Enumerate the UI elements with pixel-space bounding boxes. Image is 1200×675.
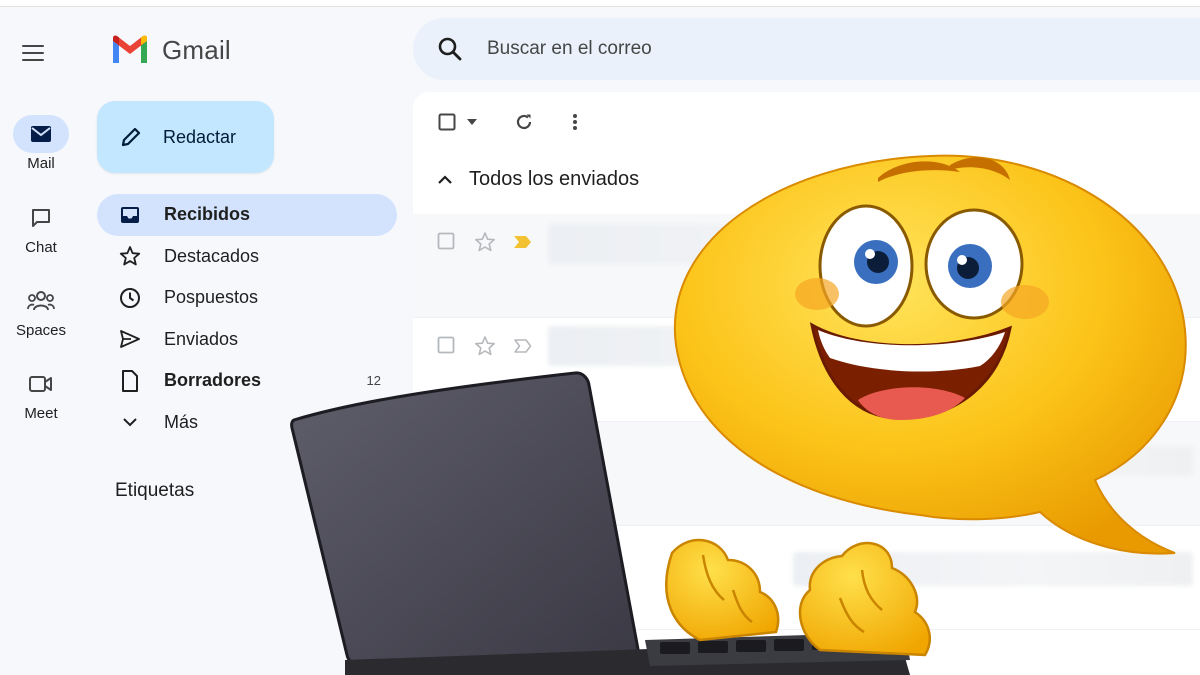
importance-marker-icon[interactable] bbox=[514, 339, 532, 353]
nav-label-borradores: Borradores bbox=[164, 370, 262, 391]
caret-down-icon[interactable] bbox=[465, 110, 479, 134]
star-icon bbox=[117, 244, 143, 268]
blurred-message-preview bbox=[793, 552, 1193, 586]
row-star-icon[interactable] bbox=[474, 231, 496, 253]
message-row[interactable] bbox=[413, 422, 1200, 526]
clock-icon bbox=[117, 286, 143, 310]
message-row[interactable] bbox=[413, 318, 1200, 422]
section-title: Todos los enviados bbox=[469, 168, 640, 190]
rail-label-chat: Chat bbox=[25, 239, 57, 256]
chevron-down-icon bbox=[117, 410, 143, 434]
app-rail: Mail Chat Spaces Meet bbox=[0, 7, 82, 675]
browser-top-edge bbox=[0, 0, 1200, 7]
importance-marker-icon[interactable] bbox=[514, 235, 532, 249]
chevron-up-icon bbox=[438, 174, 452, 184]
refresh-icon[interactable] bbox=[513, 110, 535, 134]
main-menu-icon[interactable] bbox=[22, 40, 54, 66]
rail-item-mail[interactable]: Mail bbox=[0, 115, 82, 172]
app-name: Gmail bbox=[162, 34, 231, 65]
nav-label-pospuestos: Pospuestos bbox=[164, 287, 259, 308]
labels-heading: Etiquetas bbox=[115, 480, 195, 501]
rail-item-spaces[interactable]: Spaces bbox=[0, 282, 82, 339]
nav-item-destacados[interactable]: Destacados bbox=[97, 236, 397, 278]
rail-item-meet[interactable]: Meet bbox=[0, 365, 82, 422]
draft-icon bbox=[117, 369, 143, 393]
spaces-icon bbox=[13, 282, 69, 320]
search-bar[interactable]: Buscar en el correo bbox=[413, 18, 1200, 80]
nav-item-pospuestos[interactable]: Pospuestos bbox=[97, 277, 397, 319]
mail-icon bbox=[13, 115, 69, 153]
rail-label-spaces: Spaces bbox=[15, 322, 67, 339]
row-checkbox-icon[interactable] bbox=[437, 232, 455, 250]
more-vert-icon[interactable] bbox=[567, 110, 583, 134]
nav-item-mas[interactable]: Más bbox=[97, 402, 397, 444]
folder-nav: Recibidos Destacados Pospuestos Enviados… bbox=[97, 194, 397, 443]
gmail-logo[interactable]: Gmail bbox=[110, 30, 231, 70]
chat-icon bbox=[13, 199, 69, 237]
nav-item-enviados[interactable]: Enviados bbox=[97, 319, 397, 361]
search-input[interactable]: Buscar en el correo bbox=[487, 38, 652, 60]
search-icon[interactable] bbox=[437, 36, 463, 62]
rail-label-meet: Meet bbox=[24, 405, 58, 422]
nav-item-borradores[interactable]: Borradores 12 bbox=[97, 360, 397, 402]
inbox-icon bbox=[117, 203, 143, 227]
nav-label-mas: Más bbox=[164, 411, 199, 432]
send-icon bbox=[117, 327, 143, 351]
pencil-icon bbox=[121, 127, 141, 147]
row-star-icon[interactable] bbox=[474, 335, 496, 357]
gmail-m-icon bbox=[113, 35, 147, 63]
rail-item-chat[interactable]: Chat bbox=[0, 199, 82, 256]
nav-label-enviados: Enviados bbox=[164, 328, 239, 349]
drafts-count: 12 bbox=[366, 373, 381, 389]
nav-label-destacados: Destacados bbox=[164, 245, 260, 266]
message-row[interactable] bbox=[413, 214, 1200, 318]
compose-button[interactable]: Redactar bbox=[97, 101, 274, 173]
message-list-panel: Todos los enviados bbox=[413, 92, 1200, 675]
blurred-message-preview bbox=[548, 224, 1108, 264]
nav-item-recibidos[interactable]: Recibidos bbox=[97, 194, 397, 236]
nav-label-recibidos: Recibidos bbox=[164, 204, 251, 225]
meet-icon bbox=[13, 365, 69, 403]
message-row[interactable] bbox=[413, 526, 1200, 630]
blurred-message-preview bbox=[548, 326, 1108, 366]
blurred-message-preview bbox=[833, 446, 1193, 476]
compose-label: Redactar bbox=[163, 126, 237, 147]
list-toolbar bbox=[413, 92, 1200, 152]
select-checkbox-icon[interactable] bbox=[437, 110, 457, 134]
section-header[interactable]: Todos los enviados bbox=[437, 168, 639, 191]
rail-label-mail: Mail bbox=[27, 155, 55, 172]
row-checkbox-icon[interactable] bbox=[437, 336, 455, 354]
